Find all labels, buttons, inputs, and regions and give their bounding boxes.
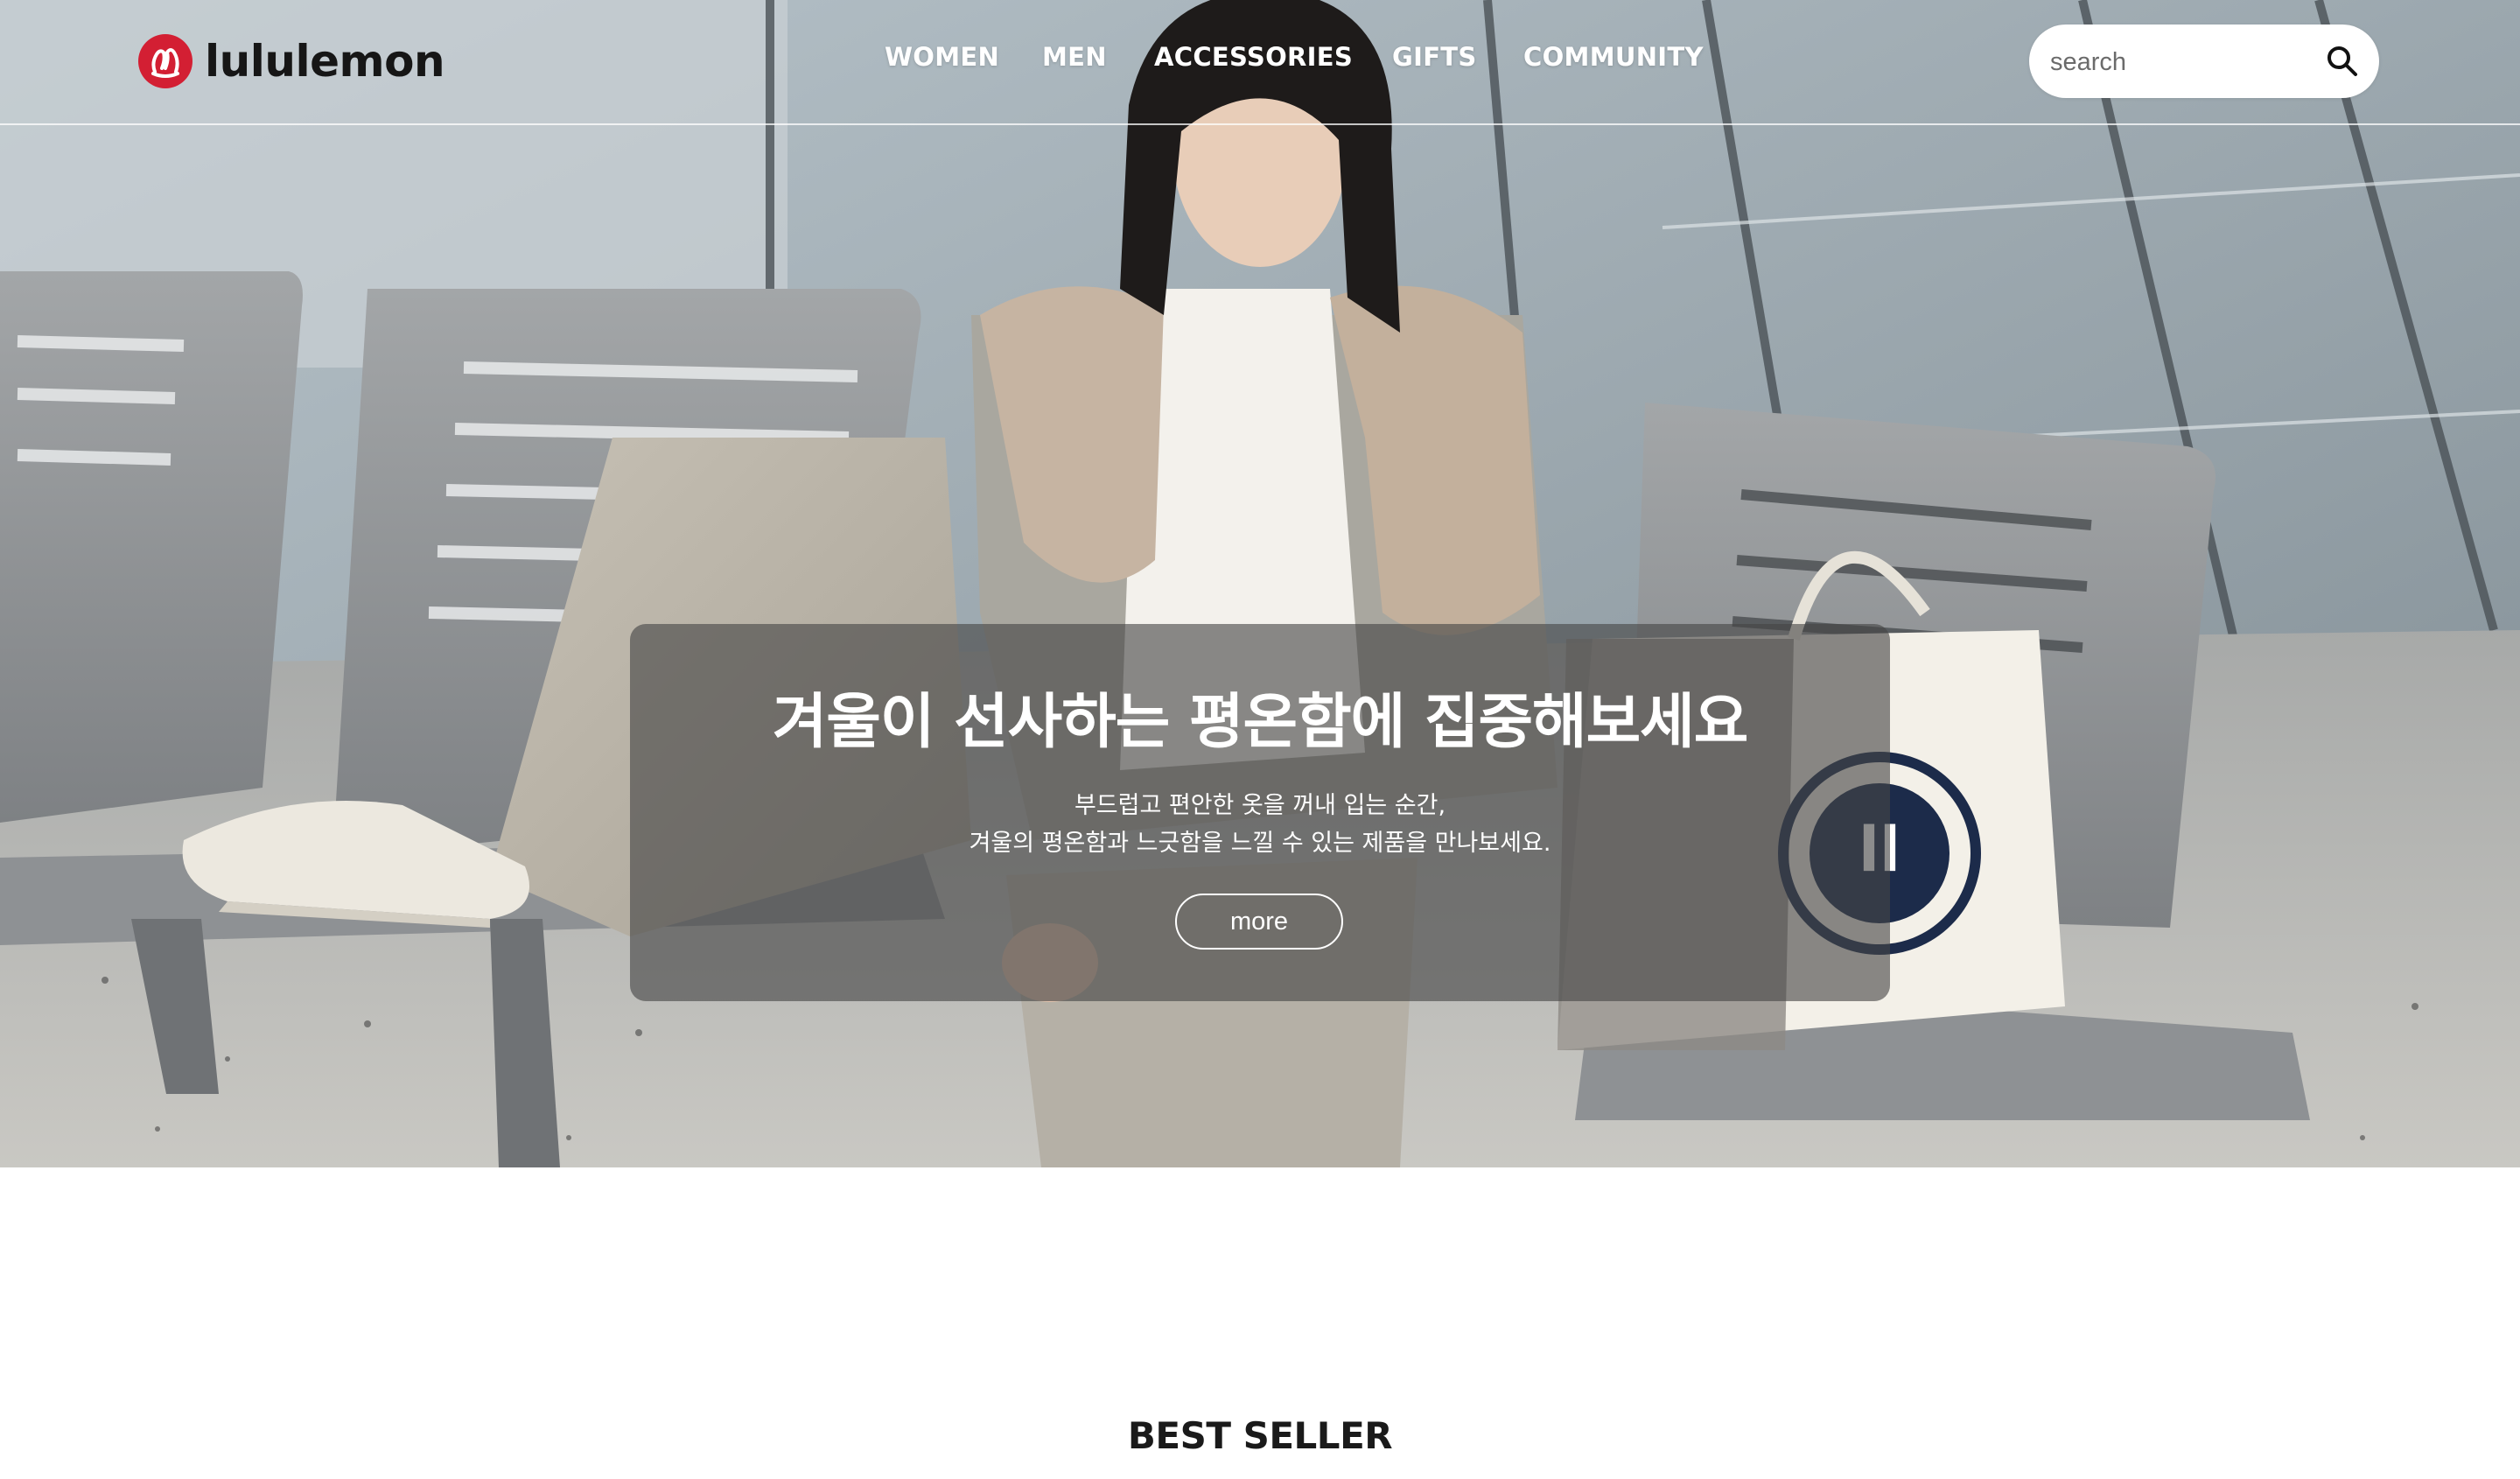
search-input[interactable] bbox=[2048, 40, 2314, 84]
hero-description-line: 겨울의 평온함과 느긋함을 느낄 수 있는 제품을 만나보세요. bbox=[969, 830, 1551, 857]
hero-description-line: 부드럽고 편안한 옷을 꺼내 입는 순간, bbox=[1074, 792, 1446, 819]
hero-title: 겨울이 선사하는 평온함에 집중해보세요 bbox=[772, 688, 1749, 757]
nav-item-gifts[interactable]: GIFTS bbox=[1392, 42, 1477, 72]
nav-item-community[interactable]: COMMUNITY bbox=[1523, 42, 1704, 72]
search-icon[interactable] bbox=[2325, 44, 2360, 79]
nav-item-accessories[interactable]: ACCESSORIES bbox=[1154, 42, 1353, 72]
nav-item-women[interactable]: WOMEN bbox=[885, 42, 999, 72]
hero-text-panel: 겨울이 선사하는 평온함에 집중해보세요 부드럽고 편안한 옷을 꺼내 입는 순… bbox=[630, 624, 1890, 1001]
brand-name: lululemon bbox=[205, 36, 445, 87]
site-header: lululemon WOMEN MEN ACCESSORIES GIFTS CO… bbox=[0, 0, 2520, 125]
hero-description: 부드럽고 편안한 옷을 꺼내 입는 순간, 겨울의 평온함과 느긋함을 느낄 수… bbox=[630, 787, 1890, 862]
best-seller-title: BEST SELLER bbox=[1127, 1414, 1393, 1457]
search-box bbox=[2029, 25, 2379, 98]
more-button[interactable]: more bbox=[1175, 894, 1343, 950]
lululemon-logo-icon bbox=[138, 34, 192, 88]
nav-item-men[interactable]: MEN bbox=[1042, 42, 1107, 72]
brand-logo[interactable]: lululemon bbox=[138, 34, 445, 88]
page: ll lululemon WOMEN MEN ACCESSORIES GIFTS… bbox=[0, 0, 2520, 1479]
